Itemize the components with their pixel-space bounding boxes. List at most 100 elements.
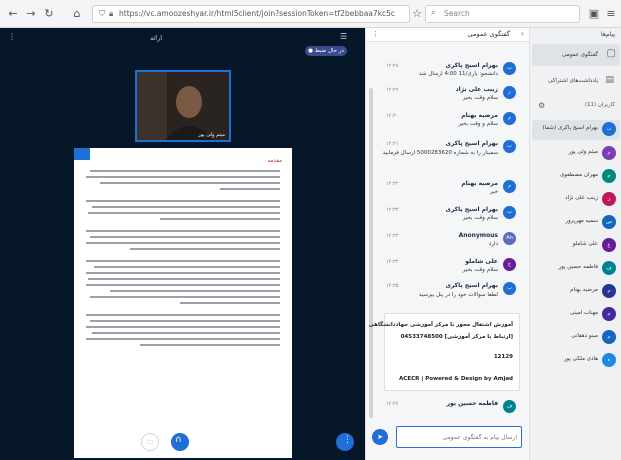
promo-footer: ACECR | Powered & Design by Amjad — [399, 376, 513, 382]
message-text: سلام و وقت بخیر — [458, 121, 498, 127]
slide-text-line — [140, 344, 280, 346]
slide-text-line — [86, 230, 280, 232]
chat-scrollbar[interactable] — [369, 88, 373, 418]
slide-text-line — [220, 188, 280, 190]
user-name: زینب علی نژاد — [565, 195, 598, 201]
slide-text-line — [90, 296, 280, 298]
public-chat-label: گفتگوی عمومی — [562, 52, 598, 58]
chevron-right-icon[interactable]: › — [521, 29, 524, 38]
user-item[interactable]: ه هادی ملکی پور — [532, 351, 620, 369]
user-item[interactable]: ف فاطمه حسین پور — [532, 259, 620, 277]
url-text: https://vc.amoozeshyar.ir/html5client/jo… — [119, 9, 396, 18]
message-author: مرضیه بهنام — [461, 112, 498, 119]
camera-share-button[interactable]: ▭ — [141, 433, 159, 451]
slide-text-line — [88, 278, 280, 280]
user-name: میثم ولی پور — [568, 149, 598, 155]
message-text: سلام وقت بخیر — [462, 267, 498, 273]
promo-message-card: آموزش اشتغال محور با مرکز آموزشی جهاددان… — [369, 313, 520, 391]
slide-text-line — [90, 236, 280, 238]
user-item[interactable]: م مرضیه بهنام — [532, 282, 620, 300]
audio-button[interactable]: ∩ — [171, 433, 189, 451]
user-list-toggle-icon[interactable]: ☰ — [340, 32, 347, 41]
message-avatar: ب — [503, 206, 516, 219]
send-icon: ➤ — [377, 433, 383, 441]
lock-icon: 🔒︎ — [109, 9, 114, 18]
slide-text-line — [86, 272, 280, 274]
user-avatar: م — [602, 307, 616, 321]
message-avatar: ب — [503, 282, 516, 295]
user-avatar: م — [602, 330, 616, 344]
chat-message-input[interactable] — [396, 426, 522, 448]
message-text: سلام وقت بخیر — [462, 215, 498, 221]
shared-notes-item[interactable]: ▤ یادداشت‌های اشتراکی — [532, 70, 620, 92]
stage-title: ارائه — [150, 34, 163, 42]
chat-options-icon[interactable]: ⋮ — [372, 30, 379, 38]
back-icon[interactable]: ← — [6, 7, 20, 21]
bookmark-star-icon[interactable]: ☆ — [410, 7, 424, 21]
user-avatar: ز — [602, 192, 616, 206]
messages-section-title: پیام‌ها — [600, 31, 615, 38]
user-item[interactable]: ز زینب علی نژاد — [532, 190, 620, 208]
promo-line: 12129 — [493, 354, 513, 360]
promo-line: 04533748500 [ارتباط با مرکز آموزشی] — [400, 334, 513, 340]
slide-text-line — [88, 212, 280, 214]
slide-toolbar-button[interactable] — [74, 148, 90, 160]
user-item[interactable]: س سمیه مهرپرور — [532, 213, 620, 231]
slide-text-line — [86, 200, 280, 202]
webcam-video[interactable]: میثم ولی پور — [135, 70, 231, 142]
search-placeholder: Search — [444, 9, 470, 18]
presentation-stage: ⋮ ارائه ☰ ● در حال ضبط میثم ولی پور مقدم… — [0, 28, 365, 460]
message-author: بهرام اسیج پاکری — [445, 282, 498, 289]
user-item[interactable]: م میثم ولی پور — [532, 144, 620, 162]
recording-indicator[interactable]: ● در حال ضبط — [305, 46, 347, 56]
extensions-icon[interactable]: ▣ — [587, 7, 601, 21]
public-chat-panel: ⋮ گفتگوی عمومی › بهرام اسیج پاکری ۱۲:۲۸ … — [365, 28, 530, 460]
message-avatar: ز — [503, 86, 516, 99]
user-name: مهران مصطفوی — [560, 172, 598, 178]
chat-bubble-icon: ▢ — [606, 48, 616, 59]
user-avatar: م — [602, 284, 616, 298]
message-author: بهرام اسیج پاکری — [445, 206, 498, 213]
message-time: ۱۲:۳۳ — [386, 233, 399, 239]
send-message-button[interactable]: ➤ — [372, 429, 388, 445]
forward-icon[interactable]: → — [24, 7, 38, 21]
options-icon[interactable]: ⋮ — [8, 32, 16, 41]
chat-header: ⋮ گفتگوی عمومی › — [366, 28, 530, 42]
shared-notes-label: یادداشت‌های اشتراکی — [548, 78, 598, 84]
message-avatar: An — [503, 232, 516, 245]
user-item[interactable]: ع علی شاملو — [532, 236, 620, 254]
message-text: سمینار را به شماره 5000283620 ارسال فرما… — [382, 150, 498, 156]
message-author: بهرام اسیج پاکری — [445, 62, 498, 69]
user-avatar: ع — [602, 238, 616, 252]
user-item[interactable]: م مینو دهقانی — [532, 328, 620, 346]
message-text: دانشجو: یاری/11 4:00 ارسال شد — [418, 71, 498, 77]
actions-button[interactable]: ⋮ — [336, 433, 354, 451]
home-icon[interactable]: ⌂ — [70, 7, 84, 21]
menu-icon[interactable]: ≡ — [604, 7, 618, 21]
slide-text-line — [86, 284, 280, 286]
presentation-slide: مقدمه 3 — [74, 148, 292, 458]
reload-icon[interactable]: ↻ — [42, 7, 56, 21]
message-author: علی شاملو — [465, 258, 498, 265]
user-item[interactable]: ب بهرام اسیج پاکری (شما) — [532, 120, 620, 140]
user-avatar: ف — [602, 261, 616, 275]
user-name: علی شاملو — [572, 241, 598, 247]
browser-search-input[interactable]: ⌕ Search — [425, 5, 580, 23]
message-avatar: م — [503, 112, 516, 125]
message-author: Anonymous — [458, 232, 498, 239]
slide-text-line — [100, 182, 280, 184]
notes-icon: ▤ — [605, 75, 614, 85]
user-name: مهتاب امینی — [569, 310, 598, 316]
user-item[interactable]: م مهران مصطفوی — [532, 167, 620, 185]
user-name: سمیه مهرپرور — [565, 218, 598, 224]
address-bar[interactable]: ⛉ 🔒︎ https://vc.amoozeshyar.ir/html5clie… — [92, 5, 410, 23]
settings-gear-icon[interactable]: ⚙ — [538, 101, 545, 110]
slide-text-line — [86, 242, 280, 244]
public-chat-item[interactable]: ▢ گفتگوی عمومی — [532, 44, 620, 66]
user-avatar: م — [602, 146, 616, 160]
message-time: ۱۲:۳۶ — [386, 401, 399, 407]
message-avatar: ب — [503, 62, 516, 75]
slide-heading: مقدمه — [267, 158, 282, 164]
user-item[interactable]: م مهتاب امینی — [532, 305, 620, 323]
user-name: بهرام اسیج پاکری (شما) — [542, 125, 598, 131]
